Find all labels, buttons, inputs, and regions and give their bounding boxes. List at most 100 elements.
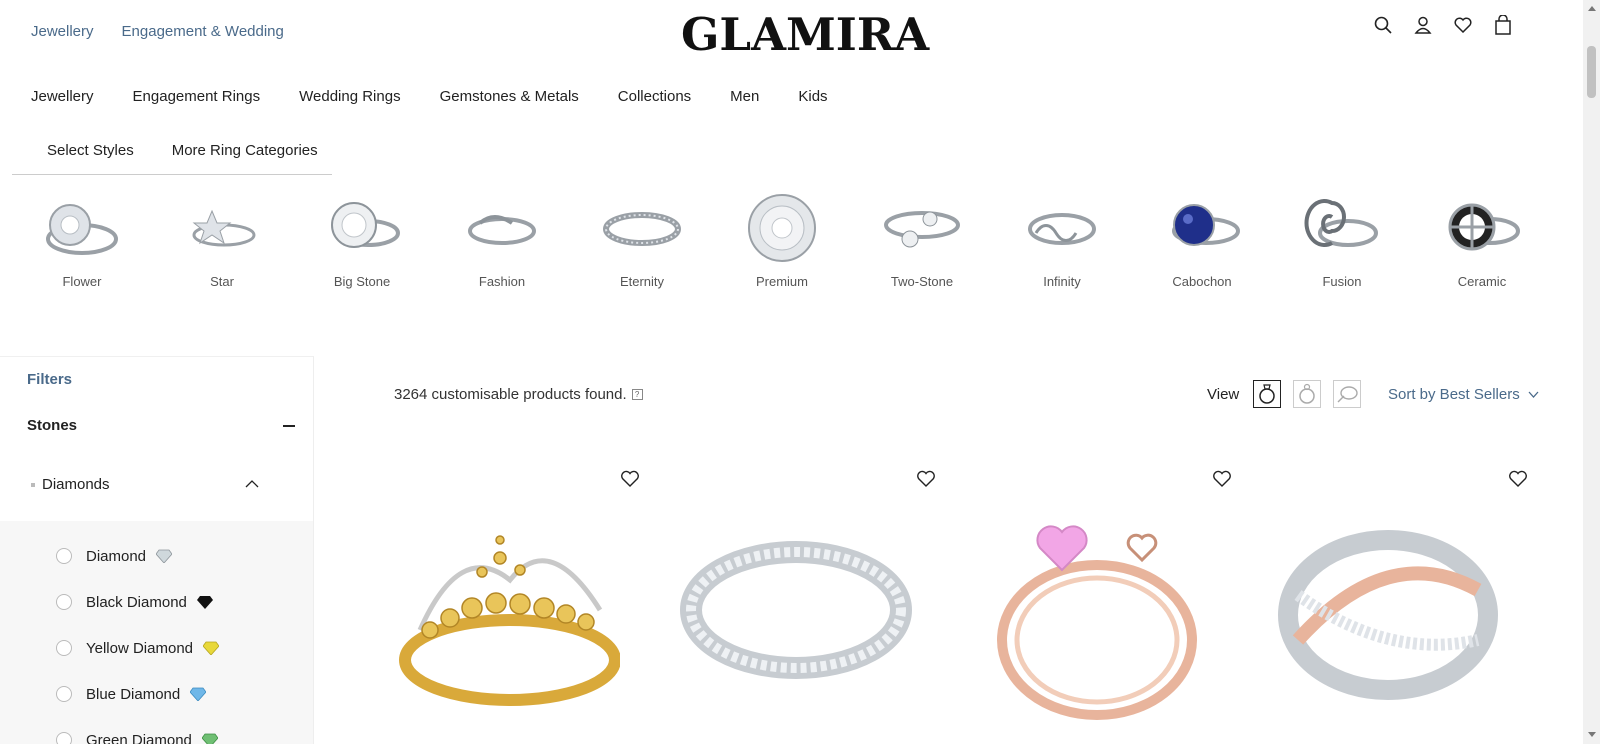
stone-name: Diamond — [86, 547, 147, 565]
wishlist-heart-icon[interactable] — [1212, 470, 1232, 488]
main-nav: Jewellery Engagement Rings Wedding Rings… — [31, 88, 828, 105]
radio-button[interactable] — [56, 686, 72, 702]
scroll-up-arrow[interactable] — [1588, 6, 1596, 11]
star-ring-image — [177, 190, 267, 266]
nav-wedding-rings[interactable]: Wedding Rings — [299, 88, 400, 105]
big-stone-ring-image — [317, 190, 407, 266]
cabochon-ring-image — [1157, 190, 1247, 266]
view-hand-icon[interactable] — [1333, 380, 1362, 408]
scroll-down-arrow[interactable] — [1588, 732, 1596, 737]
results-count-text: 3264 customisable products found. — [394, 386, 627, 403]
black-diamond-gem-icon — [196, 596, 213, 609]
wishlist-heart-icon[interactable] — [1508, 470, 1528, 488]
style-categories: Flower Star Big Stone Fashion Eternity P… — [12, 190, 1552, 289]
stones-filter-header[interactable]: Stones — [27, 417, 295, 434]
chevron-up-icon[interactable] — [245, 475, 259, 493]
wishlist-heart-icon[interactable] — [620, 470, 640, 488]
green-diamond-gem-icon — [201, 733, 218, 744]
scrollbar-thumb[interactable] — [1587, 46, 1596, 98]
two-stone-ring-image — [877, 190, 967, 266]
nav-collections[interactable]: Collections — [618, 88, 691, 105]
results-count: 3264 customisable products found. ? — [394, 386, 643, 403]
stone-option-yellow-diamond[interactable]: Yellow Diamond — [0, 625, 313, 671]
style-label: Star — [210, 274, 234, 289]
radio-button[interactable] — [56, 548, 72, 564]
diamond-gem-icon — [156, 549, 173, 563]
product-card[interactable] — [952, 470, 1232, 744]
tiara-gold-ring-image — [399, 535, 620, 706]
fashion-ring-image — [457, 190, 547, 266]
filters-title: Filters — [27, 371, 73, 388]
flower-ring-image — [37, 190, 127, 266]
style-label: Fusion — [1322, 274, 1362, 289]
stone-name: Blue Diamond — [86, 685, 181, 703]
stone-name: Green Diamond — [86, 731, 192, 744]
style-label: Two-Stone — [890, 274, 954, 289]
tab-more-ring-categories[interactable]: More Ring Categories — [172, 142, 318, 174]
style-item-star[interactable]: Star — [152, 190, 292, 289]
cart-icon[interactable] — [1492, 14, 1514, 36]
eternity-diamond-ring-image — [680, 541, 912, 679]
nav-kids[interactable]: Kids — [798, 88, 827, 105]
nav-jewellery[interactable]: Jewellery — [31, 88, 94, 105]
yellow-diamond-gem-icon — [203, 641, 220, 655]
help-icon[interactable]: ? — [631, 389, 643, 400]
style-label: Big Stone — [333, 274, 391, 289]
product-card[interactable] — [360, 470, 640, 744]
view-ring-icon[interactable] — [1253, 380, 1282, 408]
stone-option-blue-diamond[interactable]: Blue Diamond — [0, 671, 313, 717]
style-label: Cabochon — [1172, 274, 1232, 289]
top-link-engagement-wedding[interactable]: Engagement & Wedding — [122, 23, 284, 40]
page-scrollbar[interactable] — [1583, 0, 1600, 744]
fusion-ring-image — [1297, 190, 1387, 266]
style-item-fashion[interactable]: Fashion — [432, 190, 572, 289]
style-item-premium[interactable]: Premium — [712, 190, 852, 289]
filters-sidebar: Filters Stones Diamonds Diamond Black Di… — [0, 356, 314, 744]
style-item-fusion[interactable]: Fusion — [1272, 190, 1412, 289]
ceramic-ring-image — [1437, 190, 1527, 266]
radio-button[interactable] — [56, 594, 72, 610]
style-item-eternity[interactable]: Eternity — [572, 190, 712, 289]
product-card[interactable] — [1248, 470, 1528, 744]
infinity-ring-image — [1017, 190, 1107, 266]
radio-button[interactable] — [56, 732, 72, 744]
top-link-jewellery[interactable]: Jewellery — [31, 23, 94, 40]
nav-gemstones-metals[interactable]: Gemstones & Metals — [440, 88, 579, 105]
stone-option-green-diamond[interactable]: Green Diamond — [0, 717, 313, 744]
view-switcher: View — [1207, 380, 1362, 408]
crossover-two-tone-ring-image — [1278, 530, 1498, 700]
diamonds-label: Diamonds — [42, 475, 110, 493]
radio-button[interactable] — [56, 640, 72, 656]
wishlist-heart-icon[interactable] — [916, 470, 936, 488]
style-label: Fashion — [478, 274, 526, 289]
product-card[interactable] — [656, 470, 936, 744]
nav-engagement-rings[interactable]: Engagement Rings — [133, 88, 261, 105]
stones-label: Stones — [27, 417, 78, 434]
chevron-down-icon — [1528, 391, 1539, 398]
nav-men[interactable]: Men — [730, 88, 759, 105]
view-label: View — [1207, 385, 1240, 403]
premium-ring-image — [737, 190, 827, 266]
top-bar: Jewellery Engagement & Wedding GLAMIRA — [0, 0, 1568, 64]
wishlist-icon[interactable] — [1452, 14, 1474, 36]
account-icon[interactable] — [1412, 14, 1434, 36]
view-model-icon[interactable] — [1293, 380, 1322, 408]
heart-pink-stone-rose-gold-ring-image — [997, 525, 1197, 720]
sub-nav: Select Styles More Ring Categories — [12, 130, 332, 175]
style-item-big-stone[interactable]: Big Stone — [292, 190, 432, 289]
stone-option-diamond[interactable]: Diamond — [0, 533, 313, 579]
search-icon[interactable] — [1372, 14, 1394, 36]
logo[interactable]: GLAMIRA — [681, 8, 929, 61]
style-item-infinity[interactable]: Infinity — [992, 190, 1132, 289]
diamonds-group: Diamonds — [31, 476, 110, 493]
style-item-cabochon[interactable]: Cabochon — [1132, 190, 1272, 289]
sort-dropdown[interactable]: Sort by Best Sellers — [1388, 386, 1539, 403]
stone-options-list: Diamond Black Diamond Yellow Diamond Blu… — [0, 521, 313, 744]
diamonds-group-toggle[interactable]: Diamonds — [31, 475, 259, 493]
style-item-ceramic[interactable]: Ceramic — [1412, 190, 1552, 289]
stone-option-black-diamond[interactable]: Black Diamond — [0, 579, 313, 625]
tab-select-styles[interactable]: Select Styles — [47, 142, 134, 174]
style-item-two-stone[interactable]: Two-Stone — [852, 190, 992, 289]
style-item-flower[interactable]: Flower — [12, 190, 152, 289]
collapse-icon[interactable] — [283, 424, 295, 427]
